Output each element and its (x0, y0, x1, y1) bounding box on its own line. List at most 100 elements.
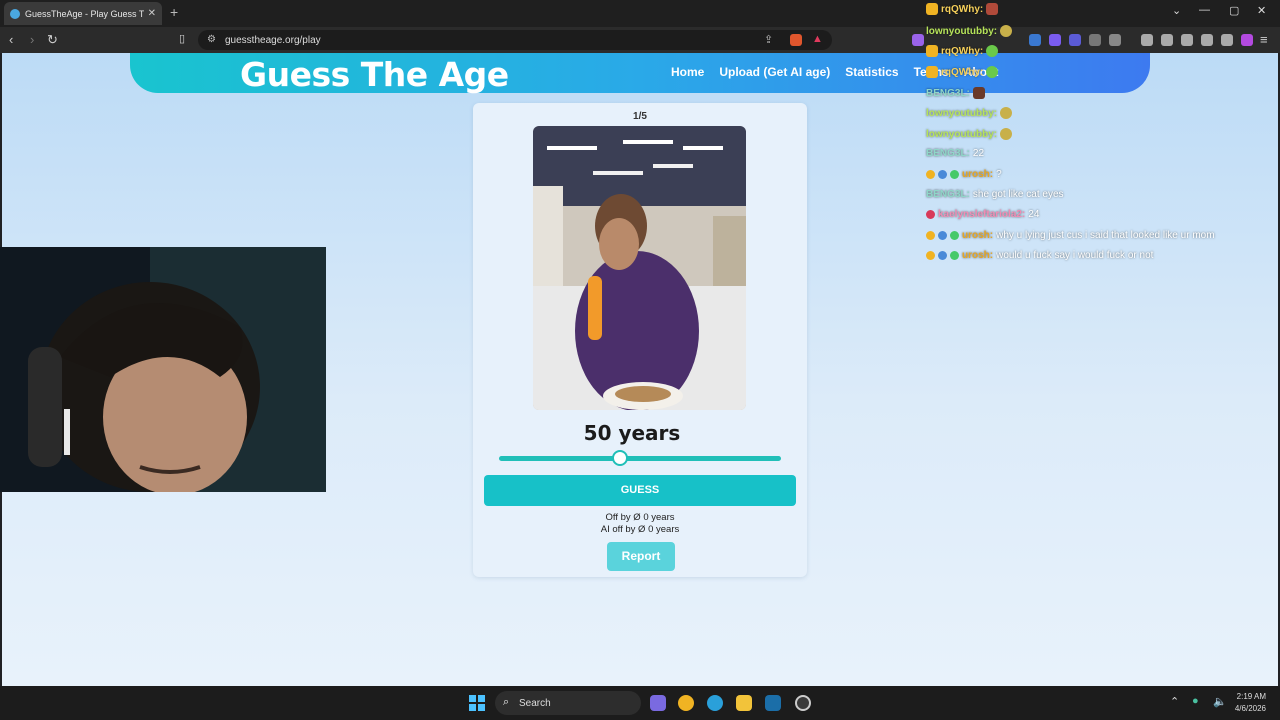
extension-icon[interactable] (912, 34, 924, 46)
forward-icon[interactable]: › (30, 32, 34, 47)
badge-icon (926, 231, 935, 240)
taskbar-app-icon[interactable] (650, 695, 666, 711)
taskbar-app-icon[interactable] (795, 695, 811, 711)
chat-username: urosh: (962, 250, 994, 261)
badge-icon (950, 231, 959, 240)
tab-title: GuessTheAge - Play Guess The A (25, 8, 144, 19)
age-slider-track[interactable] (499, 456, 781, 461)
badge-icon (938, 231, 947, 240)
url-text: guesstheage.org/play (225, 34, 321, 46)
telegram-icon[interactable] (707, 695, 723, 711)
badge-icon (926, 251, 935, 260)
chat-text: why u lying just cus i said that looked … (996, 230, 1215, 241)
stream-chat-overlay: rqQWhy: lownyoutubby: rqQWhy: rqQWhy: BE… (926, 3, 1276, 273)
chat-text: ? (996, 169, 1002, 180)
report-button[interactable]: Report (607, 542, 675, 571)
taskbar-search[interactable]: ⌕ Search (495, 691, 641, 715)
age-slider-thumb[interactable] (612, 450, 629, 466)
chat-username: BENG3L: (926, 189, 970, 200)
chat-message: urosh: ? (926, 169, 1002, 180)
guess-button[interactable]: GUESS (484, 475, 796, 506)
chat-message: BENG3L: (926, 87, 985, 99)
chat-message: rqQWhy: (926, 66, 999, 78)
chat-message: lownyoutubby: (926, 25, 1013, 37)
chat-message: rqQWhy: (926, 45, 999, 57)
chat-message: lownyoutubby: (926, 128, 1013, 140)
chat-username: urosh: (962, 230, 994, 241)
chat-username: kaelynsleftariola2: (938, 209, 1026, 220)
chat-text: 24 (1028, 209, 1040, 220)
chat-message: rqQWhy: (926, 3, 999, 15)
chat-username: rqQWhy: (941, 3, 984, 15)
volume-icon[interactable]: 🔈 (1213, 695, 1227, 708)
chat-username: BENG3L: (926, 148, 970, 159)
age-display: 50 years (583, 421, 681, 445)
share-icon[interactable]: ⇪ (764, 33, 773, 46)
chat-message: urosh: would u fuck say i would fuck or … (926, 250, 1153, 261)
emote-icon (1000, 107, 1013, 119)
search-icon: ⌕ (503, 696, 510, 708)
emote-icon (1000, 25, 1013, 37)
site-info-icon[interactable]: ⚙ (207, 34, 216, 45)
badge-icon (938, 251, 947, 260)
off-by-text: Off by Ø 0 years (605, 512, 675, 523)
crown-badge-icon (926, 3, 938, 15)
start-windows-icon[interactable] (469, 695, 485, 711)
game-card: 1/5 50 years GUESS Off by Ø 0 years AI o… (473, 103, 807, 577)
emote-icon (972, 87, 985, 99)
chat-text: would u fuck say i would fuck or not (996, 250, 1154, 261)
badge-icon (938, 170, 947, 179)
chat-text: 22 (972, 148, 985, 159)
taskbar-search-label: Search (519, 697, 551, 709)
chat-message: BENG3L: 22 (926, 148, 984, 159)
tab-guesstheage[interactable]: GuessTheAge - Play Guess The A ✕ (4, 2, 162, 25)
chat-message: kaelynsleftariola2: 24 (926, 209, 1039, 220)
site-logo[interactable]: Guess The Age (240, 55, 509, 94)
nav-statistics[interactable]: Statistics (845, 65, 898, 79)
chat-message: BENG3L: she got like cat eyes (926, 189, 1064, 200)
chat-message: lownyoutubby: (926, 107, 1013, 119)
badge-icon (926, 210, 935, 219)
brave-rewards-icon[interactable]: ▲ (812, 33, 823, 45)
chat-username: rqQWhy: (941, 66, 984, 78)
bookmark-icon[interactable]: ▯ (179, 32, 185, 45)
badge-icon (926, 170, 935, 179)
nav-home[interactable]: Home (671, 65, 704, 79)
clock-time: 2:19 AM (1236, 692, 1266, 701)
steam-icon[interactable] (765, 695, 781, 711)
system-clock[interactable]: 2:19 AM 4/6/2026 (1235, 691, 1266, 715)
emote-icon (986, 66, 999, 78)
address-bar[interactable]: ⚙ guesstheage.org/play ⇪ ▲ (198, 30, 832, 50)
back-icon[interactable]: ‹ (9, 32, 13, 47)
chat-username: lownyoutubby: (926, 107, 998, 119)
emote-icon (986, 45, 999, 57)
site-favicon-icon (10, 8, 20, 19)
tray-app-icon[interactable]: ● (1192, 695, 1199, 707)
person-photo (533, 126, 746, 410)
brave-shield-icon[interactable] (790, 34, 802, 46)
round-counter: 1/5 (633, 111, 647, 122)
badge-icon (950, 251, 959, 260)
crown-badge-icon (926, 66, 938, 78)
webcam-overlay (0, 247, 326, 492)
nav-upload[interactable]: Upload (Get AI age) (719, 65, 830, 79)
chat-username: rqQWhy: (941, 45, 984, 57)
emote-icon (1000, 128, 1013, 140)
badge-icon (950, 170, 959, 179)
age-slider[interactable] (499, 450, 781, 466)
reload-icon[interactable]: ↻ (47, 32, 58, 48)
chat-username: lownyoutubby: (926, 25, 998, 37)
tray-chevron-icon[interactable]: ⌃ (1170, 695, 1179, 708)
chat-username: urosh: (962, 169, 994, 180)
taskbar-app-icon[interactable] (678, 695, 694, 711)
crown-badge-icon (926, 45, 938, 57)
windows-taskbar: ⌕ Search ⌃ ● 🔈 2:19 AM 4/6/2026 (0, 686, 1280, 720)
chat-message: urosh: why u lying just cus i said that … (926, 230, 1215, 241)
chat-username: lownyoutubby: (926, 128, 998, 140)
file-explorer-icon[interactable] (736, 695, 752, 711)
ai-off-by-text: AI off by Ø 0 years (600, 524, 680, 535)
chat-username: BENG3L: (926, 87, 970, 99)
tab-close-icon[interactable]: ✕ (148, 8, 156, 19)
new-tab-button[interactable]: + (170, 4, 178, 20)
chat-text: she got like cat eyes (972, 189, 1064, 200)
